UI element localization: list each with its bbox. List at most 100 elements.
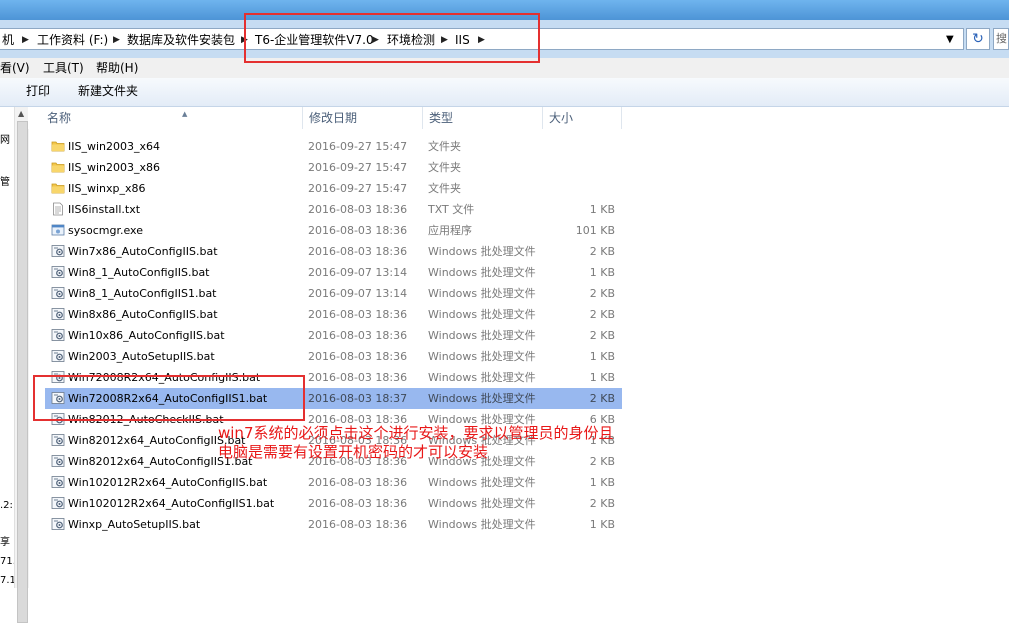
refresh-icon: ↻: [972, 31, 984, 47]
batch-file-icon: [51, 454, 65, 468]
file-name: Win10x86_AutoConfigIIS.bat: [68, 329, 225, 342]
file-row[interactable]: Winxp_AutoSetupIIS.bat 2016-08-03 18:36 Wi…: [45, 514, 622, 535]
refresh-button[interactable]: ↻: [966, 28, 990, 50]
navigation-pane[interactable]: 网 管 .2: 享 71. 7.1: [0, 107, 16, 588]
breadcrumb-drive[interactable]: 工作资料 (F:): [37, 32, 108, 48]
file-name: IIS_winxp_x86: [68, 182, 146, 195]
file-type: 文件夹: [428, 140, 461, 153]
scrollbar-thumb[interactable]: [17, 121, 28, 623]
nav-fragment[interactable]: 管: [0, 177, 10, 189]
file-size: 1 KB: [589, 266, 615, 279]
chevron-right-icon[interactable]: ▶: [113, 32, 120, 48]
file-size: 2 KB: [589, 308, 615, 321]
file-name: Win102012R2x64_AutoConfigIIS.bat: [68, 476, 268, 489]
file-size: 101 KB: [575, 224, 615, 237]
file-size: 1 KB: [589, 203, 615, 216]
breadcrumb-computer[interactable]: 机: [2, 32, 14, 48]
menu-tools[interactable]: 工具(T): [43, 60, 84, 76]
column-header-type[interactable]: 类型: [423, 107, 543, 129]
batch-file-icon: [51, 307, 65, 321]
file-row[interactable]: Win8_1_AutoConfigIIS.bat 2016-09-07 13:14…: [45, 262, 622, 283]
file-date: 2016-08-03 18:36: [308, 308, 408, 321]
file-date: 2016-09-27 15:47: [308, 161, 408, 174]
file-type: Windows 批处理文件: [428, 497, 536, 510]
file-row[interactable]: Win8_1_AutoConfigIIS1.bat 2016-09-07 13:1…: [45, 283, 622, 304]
file-size: 1 KB: [589, 350, 615, 363]
address-dropdown-icon[interactable]: ▼: [946, 32, 954, 48]
file-date: 2016-08-03 18:36: [308, 476, 408, 489]
file-type: Windows 批处理文件: [428, 350, 536, 363]
command-bar: 打印 新建文件夹: [0, 78, 1009, 107]
menu-view[interactable]: 看(V): [0, 60, 30, 76]
column-header-date[interactable]: 修改日期: [303, 107, 423, 129]
column-header-type-label: 类型: [429, 111, 454, 125]
file-type: Windows 批处理文件: [428, 329, 536, 342]
file-row[interactable]: IIS_winxp_x86 2016-09-27 15:47 文件夹: [45, 178, 622, 199]
batch-file-icon: [51, 328, 65, 342]
batch-file-icon: [51, 244, 65, 258]
file-type: Windows 批处理文件: [428, 266, 536, 279]
chevron-right-icon[interactable]: ▶: [22, 32, 29, 48]
file-size: 2 KB: [589, 392, 615, 405]
file-size: 2 KB: [589, 245, 615, 258]
file-date: 2016-08-03 18:36: [308, 329, 408, 342]
file-size: 2 KB: [589, 329, 615, 342]
file-row[interactable]: Win102012R2x64_AutoConfigIIS1.bat 2016-08…: [45, 493, 622, 514]
file-name: Win8x86_AutoConfigIIS.bat: [68, 308, 218, 321]
batch-file-icon: [51, 475, 65, 489]
file-type: TXT 文件: [428, 203, 475, 216]
file-name: Win8_1_AutoConfigIIS.bat: [68, 266, 210, 279]
file-row[interactable]: Win102012R2x64_AutoConfigIIS.bat 2016-08-…: [45, 472, 622, 493]
file-row[interactable]: Win10x86_AutoConfigIIS.bat 2016-08-03 18:…: [45, 325, 622, 346]
nav-fragment[interactable]: 网: [0, 135, 10, 147]
file-name: sysocmgr.exe: [68, 224, 143, 237]
column-header-size-label: 大小: [549, 111, 574, 125]
annotation-box-address: [244, 13, 540, 63]
file-date: 2016-08-03 18:36: [308, 518, 408, 531]
column-header-date-label: 修改日期: [309, 111, 358, 125]
navigation-scrollbar[interactable]: ▲: [14, 107, 29, 623]
nav-fragment[interactable]: .2:: [0, 500, 13, 512]
file-row[interactable]: sysocmgr.exe 2016-08-03 18:36 应用程序 101 KB: [45, 220, 622, 241]
scroll-up-icon[interactable]: ▲: [18, 109, 24, 118]
file-row[interactable]: Win7x86_AutoConfigIIS.bat 2016-08-03 18:3…: [45, 241, 622, 262]
annotation-note: win7系统的必须点击这个进行安装，要求以管理员的身份且电脑是需要有设置开机密码…: [218, 424, 614, 461]
print-button[interactable]: 打印: [26, 83, 50, 99]
search-placeholder: 搜: [996, 32, 1007, 45]
file-size: 1 KB: [589, 476, 615, 489]
file-name: IIS_win2003_x86: [68, 161, 160, 174]
column-header-row: 名称 ▲ 修改日期 类型 大小: [28, 107, 622, 129]
file-date: 2016-09-27 15:47: [308, 182, 408, 195]
file-row[interactable]: Win2003_AutoSetupIIS.bat 2016-08-03 18:36…: [45, 346, 622, 367]
file-type: Windows 批处理文件: [428, 392, 536, 405]
batch-file-icon: [51, 265, 65, 279]
menu-help[interactable]: 帮助(H): [96, 60, 138, 76]
nav-fragment[interactable]: 享: [0, 537, 10, 549]
file-type: Windows 批处理文件: [428, 308, 536, 321]
file-row[interactable]: Win8x86_AutoConfigIIS.bat 2016-08-03 18:3…: [45, 304, 622, 325]
search-input[interactable]: 搜: [993, 28, 1009, 50]
new-folder-button[interactable]: 新建文件夹: [78, 83, 138, 99]
file-row[interactable]: IIS6install.txt 2016-08-03 18:36 TXT 文件 1 K…: [45, 199, 622, 220]
file-name: Win102012R2x64_AutoConfigIIS1.bat: [68, 497, 275, 510]
file-name: Win8_1_AutoConfigIIS1.bat: [68, 287, 217, 300]
file-type: Windows 批处理文件: [428, 518, 536, 531]
file-row[interactable]: IIS_win2003_x86 2016-09-27 15:47 文件夹: [45, 157, 622, 178]
file-date: 2016-08-03 18:36: [308, 371, 408, 384]
column-header-size[interactable]: 大小: [543, 107, 622, 129]
file-size: 1 KB: [589, 371, 615, 384]
breadcrumb-package-folder[interactable]: 数据库及软件安装包: [127, 32, 235, 48]
column-header-name[interactable]: 名称 ▲: [41, 107, 303, 129]
file-row[interactable]: IIS_win2003_x64 2016-09-27 15:47 文件夹: [45, 136, 622, 157]
folder-icon: [51, 181, 65, 195]
file-date: 2016-08-03 18:36: [308, 245, 408, 258]
text-file-icon: [51, 202, 65, 216]
folder-icon: [51, 160, 65, 174]
file-type: Windows 批处理文件: [428, 287, 536, 300]
batch-file-icon: [51, 433, 65, 447]
batch-file-icon: [51, 517, 65, 531]
file-type: 应用程序: [428, 224, 472, 237]
folder-icon: [51, 139, 65, 153]
file-size: 2 KB: [589, 287, 615, 300]
file-date: 2016-08-03 18:36: [308, 497, 408, 510]
